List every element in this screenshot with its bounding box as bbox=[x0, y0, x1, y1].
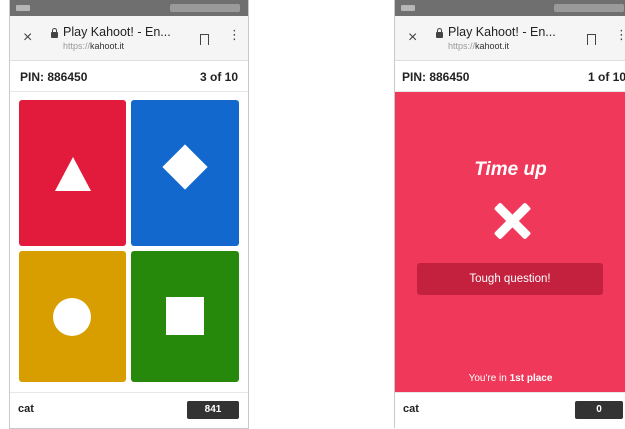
url-scheme: https:// bbox=[63, 41, 91, 51]
result-panel: Time up Tough question! You're in 1st pl… bbox=[395, 92, 625, 392]
game-pin: PIN: 886450 bbox=[20, 70, 88, 84]
status-icons bbox=[170, 4, 240, 12]
game-info-bar: PIN: 886450 1 of 10 bbox=[395, 61, 625, 92]
close-tab-button[interactable]: × bbox=[408, 30, 417, 46]
lock-icon bbox=[51, 28, 58, 38]
player-nickname: cat bbox=[403, 403, 419, 415]
square-icon bbox=[166, 297, 204, 335]
overflow-menu-icon[interactable]: ⋮ bbox=[615, 28, 625, 41]
status-icons bbox=[554, 4, 624, 12]
page-title: Play Kahoot! - En... bbox=[63, 25, 171, 39]
answer-triangle-button[interactable] bbox=[19, 100, 126, 246]
rank-prefix: You're in bbox=[468, 373, 507, 384]
page-url: https://kahoot.it bbox=[63, 41, 124, 51]
game-pin: PIN: 886450 bbox=[402, 70, 470, 84]
answer-grid bbox=[10, 92, 248, 392]
browser-url-bar: × Play Kahoot! - En... https://kahoot.it… bbox=[10, 16, 248, 61]
rank-text: You're in 1st place bbox=[395, 373, 625, 384]
player-score: 841 bbox=[187, 401, 239, 419]
feedback-message: Tough question! bbox=[417, 263, 603, 295]
player-footer: cat 0 bbox=[395, 392, 625, 428]
lock-icon bbox=[436, 28, 443, 38]
result-title: Time up bbox=[474, 159, 547, 180]
page-title: Play Kahoot! - En... bbox=[448, 25, 556, 39]
diamond-icon bbox=[162, 144, 208, 190]
bookmark-icon[interactable] bbox=[587, 34, 596, 45]
answer-diamond-button[interactable] bbox=[131, 100, 239, 246]
overflow-menu-icon[interactable]: ⋮ bbox=[228, 28, 241, 41]
game-info-bar: PIN: 886450 3 of 10 bbox=[10, 61, 248, 92]
player-nickname: cat bbox=[18, 403, 34, 415]
question-counter: 1 of 10 bbox=[587, 70, 625, 84]
phone-screen-result: × Play Kahoot! - En... https://kahoot.it… bbox=[394, 0, 625, 428]
notification-icon bbox=[16, 5, 30, 11]
url-host: kahoot.it bbox=[475, 41, 510, 51]
rank-value: 1st place bbox=[509, 373, 553, 384]
phone-screen-answers: × Play Kahoot! - En... https://kahoot.it… bbox=[9, 0, 249, 429]
page-url: https://kahoot.it bbox=[448, 41, 509, 51]
answer-square-button[interactable] bbox=[131, 251, 239, 382]
player-footer: cat 841 bbox=[10, 392, 248, 428]
player-score: 0 bbox=[575, 401, 623, 419]
x-icon bbox=[492, 201, 532, 241]
close-tab-button[interactable]: × bbox=[23, 30, 32, 46]
triangle-icon bbox=[55, 157, 91, 191]
answer-circle-button[interactable] bbox=[19, 251, 126, 382]
url-scheme: https:// bbox=[448, 41, 476, 51]
notification-icon bbox=[401, 5, 415, 11]
circle-icon bbox=[53, 298, 91, 336]
question-counter: 3 of 10 bbox=[199, 70, 238, 84]
status-bar bbox=[10, 0, 248, 16]
url-host: kahoot.it bbox=[90, 41, 125, 51]
bookmark-icon[interactable] bbox=[200, 34, 209, 45]
browser-url-bar: × Play Kahoot! - En... https://kahoot.it… bbox=[395, 16, 625, 61]
status-bar bbox=[395, 0, 625, 16]
